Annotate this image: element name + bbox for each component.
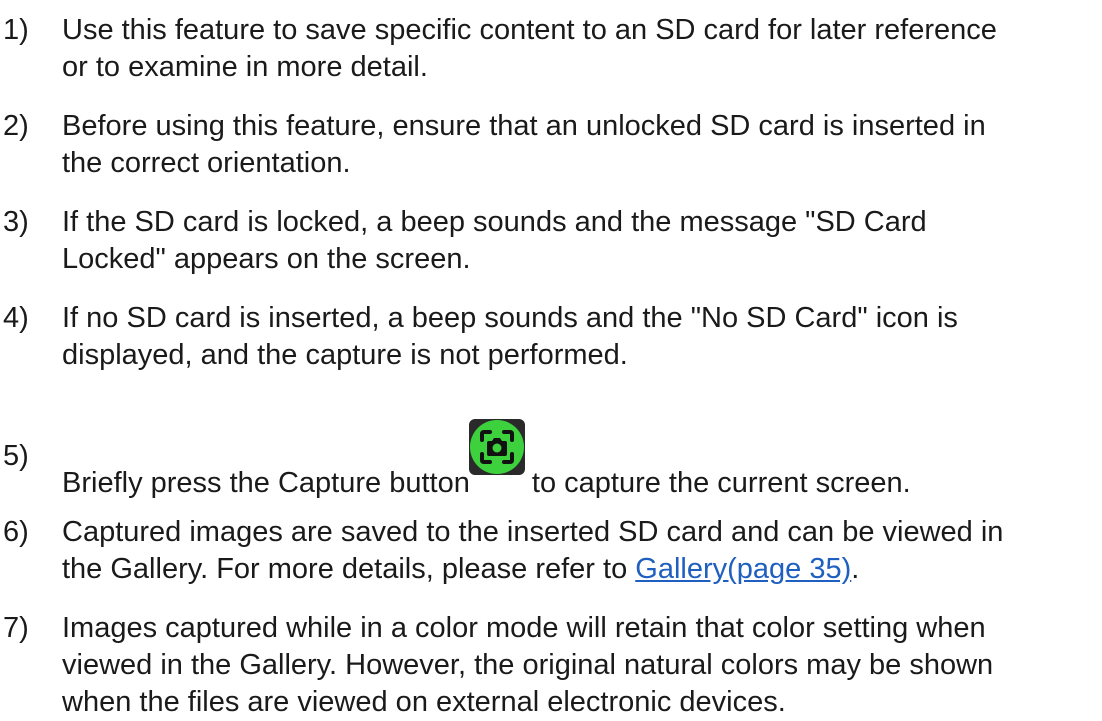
item-text: Use this feature to save specific conten… [62, 12, 1102, 86]
item-text-after-icon: to capture the current screen. [523, 467, 911, 499]
item-line: Locked" appears on the screen. [62, 243, 471, 275]
item-text: If no SD card is inserted, a beep sounds… [62, 300, 1102, 374]
item-line: If the SD card is locked, a beep sounds … [62, 206, 927, 238]
item-number: 6) [3, 516, 29, 548]
item-line: Images captured while in a color mode wi… [62, 612, 986, 644]
camera-capture-icon [468, 418, 526, 476]
item-line: If no SD card is inserted, a beep sounds… [62, 302, 958, 334]
item-text-before-icon: Briefly press the Capture button [62, 467, 470, 499]
item-line: Use this feature to save specific conten… [62, 14, 997, 46]
document-page: 1) Use this feature to save specific con… [0, 0, 1102, 718]
item-line: or to examine in more detail. [62, 51, 428, 83]
item-line: Before using this feature, ensure that a… [62, 110, 986, 142]
gallery-page-link[interactable]: Gallery(page 35) [635, 553, 851, 585]
item-line: Captured images are saved to the inserte… [62, 516, 1004, 548]
item-line: displayed, and the capture is not perfor… [62, 339, 628, 371]
item-text: Images captured while in a color mode wi… [62, 610, 1102, 721]
item-number: 7) [3, 612, 29, 644]
item-number: 3) [3, 206, 29, 238]
item-number: 1) [3, 14, 29, 46]
item-text: If the SD card is locked, a beep sounds … [62, 204, 1102, 278]
item-line: when the files are viewed on external el… [62, 686, 786, 718]
item-text: Briefly press the Capture button to capt… [62, 419, 1102, 502]
item-line: viewed in the Gallery. However, the orig… [62, 649, 994, 681]
item-text-after-link: . [851, 553, 860, 585]
item-text-before-link: the Gallery. For more details, please re… [62, 553, 636, 585]
item-text: Before using this feature, ensure that a… [62, 108, 1102, 182]
item-number: 5) [3, 440, 29, 472]
item-line-with-link: the Gallery. For more details, please re… [62, 551, 1102, 588]
item-line: the correct orientation. [62, 147, 351, 179]
item-number: 4) [3, 302, 29, 334]
item-number: 2) [3, 110, 29, 142]
item-text: Captured images are saved to the inserte… [62, 514, 1102, 588]
